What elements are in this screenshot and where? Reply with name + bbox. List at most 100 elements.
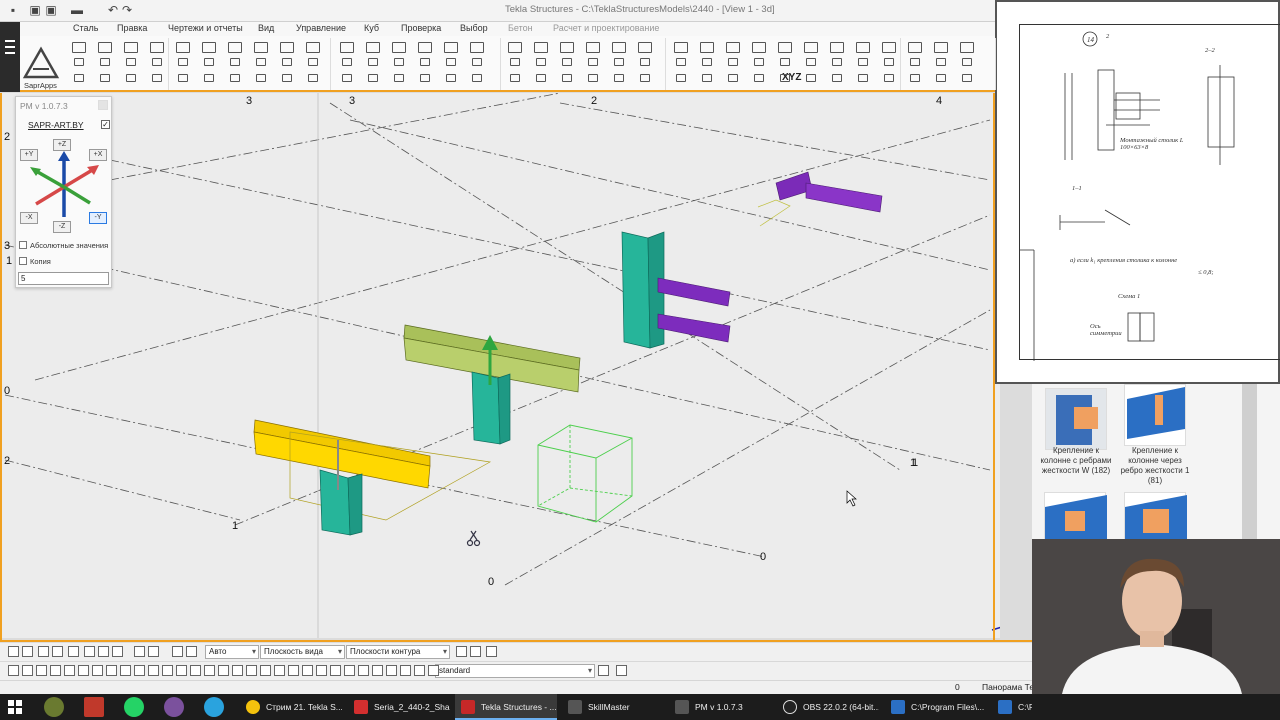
ribbon-tool-icon[interactable] bbox=[910, 58, 920, 66]
ribbon-tool-icon[interactable] bbox=[726, 42, 740, 53]
document-viewer-window[interactable]: 14 2 2–2 1–1 Монтажный столик L 100×63×8… bbox=[995, 0, 1280, 384]
toolbar-tool-icon[interactable] bbox=[470, 646, 481, 657]
snap-tool-icon[interactable] bbox=[274, 665, 285, 676]
ribbon-tool-icon[interactable] bbox=[562, 74, 572, 82]
ribbon-tool-icon[interactable] bbox=[934, 42, 948, 53]
minus-z-button[interactable]: -Z bbox=[53, 221, 71, 233]
ribbon-tool-icon[interactable] bbox=[74, 74, 84, 82]
app-emblem-icon[interactable] bbox=[44, 697, 64, 717]
ribbon-tool-icon[interactable] bbox=[830, 42, 844, 53]
app-red-icon[interactable] bbox=[84, 697, 104, 717]
snap-tool-icon[interactable] bbox=[232, 665, 243, 676]
save-icon[interactable]: ▣ bbox=[28, 3, 42, 17]
menu-check[interactable]: Проверка bbox=[401, 23, 441, 33]
ribbon-tool-icon[interactable] bbox=[72, 42, 86, 53]
ribbon-tool-icon[interactable] bbox=[534, 42, 548, 53]
ribbon-tool-icon[interactable] bbox=[858, 58, 868, 66]
snap-tool-icon[interactable] bbox=[78, 665, 89, 676]
ribbon-tool-icon[interactable] bbox=[508, 42, 522, 53]
pm-brand-link[interactable]: SAPR-ART.BY bbox=[28, 120, 84, 130]
ribbon-tool-icon[interactable] bbox=[588, 58, 598, 66]
minus-y-button[interactable]: -Y bbox=[89, 212, 107, 224]
taskbar-explorer-2[interactable]: C:\Pr bbox=[992, 694, 1032, 720]
ribbon-tool-icon[interactable] bbox=[780, 74, 790, 82]
ribbon-tool-icon[interactable] bbox=[702, 74, 712, 82]
ribbon-tool-icon[interactable] bbox=[754, 74, 764, 82]
ribbon-tool-icon[interactable] bbox=[806, 74, 816, 82]
toolbar-tool-icon[interactable] bbox=[486, 646, 497, 657]
menu-analysis-design[interactable]: Расчет и проектирование bbox=[553, 23, 659, 33]
taskbar-skillmaster[interactable]: SkillMaster bbox=[562, 694, 664, 720]
snap-tool-icon[interactable] bbox=[316, 665, 327, 676]
ribbon-tool-icon[interactable] bbox=[254, 42, 268, 53]
taskbar-obs[interactable]: OBS 22.0.2 (64-bit... bbox=[777, 694, 879, 720]
copy-checkbox[interactable] bbox=[19, 257, 27, 265]
ribbon-tool-icon[interactable] bbox=[340, 42, 354, 53]
ribbon-tool-icon[interactable] bbox=[778, 42, 792, 53]
ribbon-tool-icon[interactable] bbox=[884, 74, 894, 82]
snap-tool-icon[interactable] bbox=[22, 665, 33, 676]
snap-tool-icon[interactable] bbox=[358, 665, 369, 676]
catalog-item-label[interactable]: Крепление к колонне через ребро жесткост… bbox=[1116, 446, 1194, 486]
snap-tool-icon[interactable] bbox=[190, 665, 201, 676]
taskbar-tekla[interactable]: Tekla Structures - ... bbox=[455, 694, 557, 720]
ribbon-tool-icon[interactable] bbox=[202, 42, 216, 53]
ribbon-tool-icon[interactable] bbox=[856, 42, 870, 53]
ribbon-tool-icon[interactable] bbox=[394, 74, 404, 82]
ribbon-tool-icon[interactable] bbox=[638, 42, 652, 53]
ribbon-tool-icon[interactable] bbox=[150, 42, 164, 53]
ribbon-tool-icon[interactable] bbox=[444, 42, 458, 53]
menu-manage[interactable]: Управление bbox=[296, 23, 346, 33]
menu-edit[interactable]: Правка bbox=[117, 23, 147, 33]
ribbon-tool-icon[interactable] bbox=[282, 74, 292, 82]
ribbon-tool-icon[interactable] bbox=[256, 58, 266, 66]
ribbon-tool-icon[interactable] bbox=[228, 42, 242, 53]
snap-tool-icon[interactable] bbox=[148, 665, 159, 676]
catalog-thumb[interactable] bbox=[1124, 492, 1187, 540]
snap-tool-icon[interactable] bbox=[92, 665, 103, 676]
plus-y-button[interactable]: +Y bbox=[20, 149, 38, 161]
catalog-thumb-stiffener-plate[interactable] bbox=[1124, 384, 1186, 446]
undo-icon[interactable]: ↶ bbox=[106, 3, 120, 17]
ribbon-tool-icon[interactable] bbox=[910, 74, 920, 82]
ribbon-tool-icon[interactable] bbox=[728, 58, 738, 66]
menu-cube[interactable]: Куб bbox=[364, 23, 379, 33]
snap-tool-icon[interactable] bbox=[400, 665, 411, 676]
snap-tool-icon[interactable] bbox=[414, 665, 425, 676]
plus-z-button[interactable]: +Z bbox=[53, 139, 71, 151]
whatsapp-icon[interactable] bbox=[124, 697, 144, 717]
viber-icon[interactable] bbox=[164, 697, 184, 717]
ribbon-tool-icon[interactable] bbox=[308, 74, 318, 82]
selection-filter-select[interactable]: standard bbox=[435, 664, 595, 678]
ribbon-tool-icon[interactable] bbox=[562, 58, 572, 66]
ribbon-tool-icon[interactable] bbox=[882, 42, 896, 53]
menu-select[interactable]: Выбор bbox=[460, 23, 488, 33]
snap-tool-icon[interactable] bbox=[36, 665, 47, 676]
ribbon-tool-icon[interactable] bbox=[804, 42, 818, 53]
ribbon-tool-icon[interactable] bbox=[152, 58, 162, 66]
ribbon-tool-icon[interactable] bbox=[446, 58, 456, 66]
ribbon-tool-icon[interactable] bbox=[394, 58, 404, 66]
toolbar-tool-icon[interactable] bbox=[38, 646, 49, 657]
catalog-item-label[interactable]: Крепление к колонне с ребрами жесткости … bbox=[1037, 446, 1115, 476]
toolbar-tool-icon[interactable] bbox=[186, 646, 197, 657]
ribbon-tool-icon[interactable] bbox=[306, 42, 320, 53]
model-canvas[interactable]: 3 3 2 4 2 1 3 1 0 2 1 1 0 0 bbox=[0, 93, 1000, 638]
pm-panel-close-button[interactable] bbox=[98, 100, 108, 110]
menu-steel[interactable]: Сталь bbox=[73, 23, 98, 33]
ribbon-tool-icon[interactable] bbox=[832, 58, 842, 66]
ribbon-tool-icon[interactable] bbox=[728, 74, 738, 82]
ribbon-tool-icon[interactable] bbox=[126, 58, 136, 66]
toolbar-tool-icon[interactable] bbox=[172, 646, 183, 657]
ribbon-tool-icon[interactable] bbox=[700, 42, 714, 53]
absolute-values-checkbox[interactable] bbox=[19, 241, 27, 249]
ribbon-tool-icon[interactable] bbox=[100, 58, 110, 66]
work-plane-select[interactable]: Плоскость вида bbox=[260, 645, 345, 659]
ribbon-tool-icon[interactable] bbox=[674, 42, 688, 53]
ribbon-tool-icon[interactable] bbox=[280, 42, 294, 53]
plus-x-button[interactable]: +X bbox=[89, 149, 107, 161]
ribbon-tool-icon[interactable] bbox=[126, 74, 136, 82]
ribbon-tool-icon[interactable] bbox=[74, 58, 84, 66]
taskbar-explorer[interactable]: C:\Program Files\... bbox=[885, 694, 987, 720]
ribbon-tool-icon[interactable] bbox=[858, 74, 868, 82]
